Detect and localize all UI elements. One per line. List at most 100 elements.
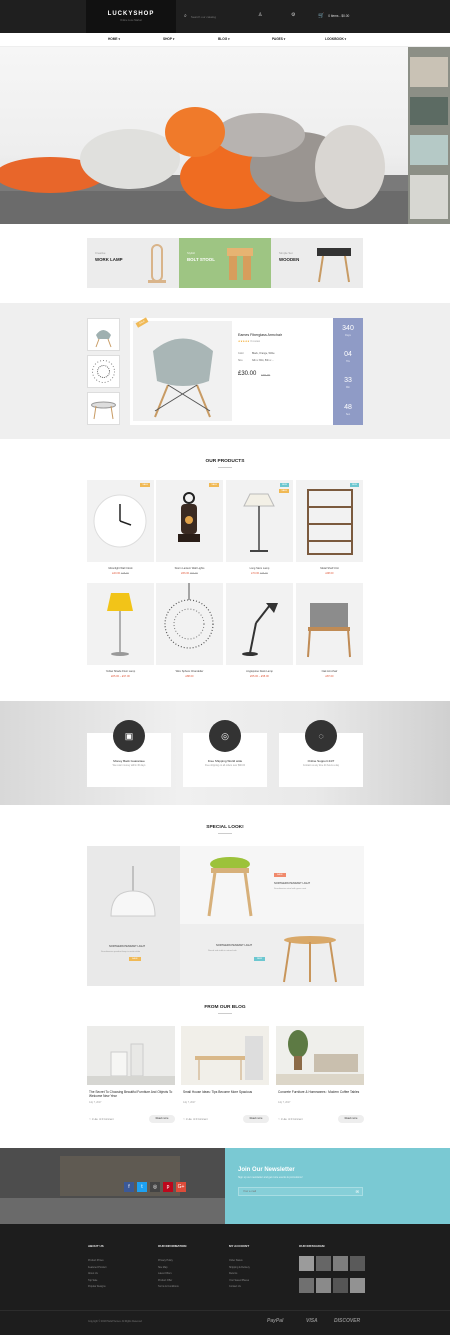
footer-link[interactable]: Product Offer xyxy=(158,1279,172,1282)
product-card[interactable]: Wire Sphere Chandelier £88.00 xyxy=(156,583,223,678)
blog-image[interactable] xyxy=(181,1026,269,1085)
footer-link[interactable]: Shipping & Delivery xyxy=(229,1266,250,1269)
product-card[interactable]: NEW Metal Shelf Unit £98.00 xyxy=(296,480,363,575)
search-input[interactable] xyxy=(190,13,233,20)
promo-wooden[interactable]: Simple Set WOODEN xyxy=(271,238,363,288)
footer-link[interactable]: Terms & Conditions xyxy=(158,1285,179,1288)
instagram-photo[interactable] xyxy=(316,1256,331,1271)
nav-pages[interactable]: PAGES ▾ xyxy=(272,37,285,41)
footer-link[interactable]: About Us xyxy=(88,1272,98,1275)
footer-link[interactable]: Privacy Policy xyxy=(158,1259,173,1262)
hero-side-image xyxy=(408,47,450,224)
footer-link[interactable]: Your Saved Places xyxy=(229,1279,249,1282)
hero-banner[interactable] xyxy=(0,47,408,224)
gear-icon[interactable]: ⚙ xyxy=(291,12,295,18)
blog-image[interactable] xyxy=(276,1026,364,1085)
twitter-icon[interactable]: t xyxy=(137,1182,147,1192)
instagram-photo[interactable] xyxy=(316,1278,331,1293)
promo-bolt-stool[interactable]: Stylish BOLT STOOL xyxy=(179,238,271,288)
product-image xyxy=(178,492,200,542)
deal-product-name[interactable]: Eames Fiberglass Armchair xyxy=(238,333,282,337)
title-underline xyxy=(218,1013,232,1014)
send-icon[interactable]: ✉ xyxy=(356,1189,359,1194)
product-card[interactable]: NEW SALE Long Stem Lamp £70.00 £75.00 xyxy=(226,480,293,575)
footer-link[interactable]: Popular Designs xyxy=(88,1285,106,1288)
instagram-photo[interactable] xyxy=(333,1256,348,1271)
special-card-table[interactable]: NORTHERN PENDANT LIGHT Round side table … xyxy=(180,924,364,986)
product-name[interactable]: Moonlight Wall Clock xyxy=(87,567,154,570)
blog-title[interactable]: Small House Ideas: Tips Become More Spac… xyxy=(183,1090,269,1094)
product-name[interactable]: Storm Lantern Wall Lights xyxy=(156,567,223,570)
footer-link[interactable]: Order Status xyxy=(229,1259,243,1262)
nav-blog[interactable]: BLOG ▾ xyxy=(218,37,230,41)
blog-image[interactable] xyxy=(87,1026,175,1085)
user-icon[interactable]: ♙ xyxy=(258,12,262,18)
instagram-photo[interactable] xyxy=(299,1256,314,1271)
promo-tag: Creative xyxy=(95,251,106,255)
service-title: Money Back Guarantee xyxy=(113,759,145,763)
cart-summary: 0 items - $0.00 xyxy=(328,14,350,18)
countdown-timer: 340 Days 04 Hrs 33 Min 48 Sec xyxy=(333,318,363,425)
instagram-photo[interactable] xyxy=(299,1278,314,1293)
sale-tag: SALE xyxy=(129,957,141,961)
footer-link[interactable]: Featured Product xyxy=(88,1266,106,1269)
pendant-lamp-image xyxy=(110,866,156,917)
product-card[interactable]: SALE Moonlight Wall Clock £40.00 £48.00 xyxy=(87,480,154,575)
read-more-button[interactable]: Read more xyxy=(243,1115,269,1123)
deal-thumb-2[interactable] xyxy=(87,355,120,388)
facebook-icon[interactable]: f xyxy=(124,1182,134,1192)
product-name[interactable]: Oak Armchair xyxy=(296,670,363,673)
blog-title[interactable]: Concrete Furniture & Homewares : Modern … xyxy=(278,1090,364,1094)
promo-work-lamp[interactable]: Creative WORK LAMP xyxy=(87,238,179,288)
visa-logo: VISA xyxy=(306,1318,318,1324)
newsletter-email-input[interactable] xyxy=(239,1188,349,1195)
newsletter-panel xyxy=(225,1148,450,1224)
footer-link[interactable]: Top Sale xyxy=(88,1279,97,1282)
nav-home[interactable]: HOME ▾ xyxy=(108,37,120,41)
instagram-icon[interactable]: ◎ xyxy=(150,1182,160,1192)
product-card[interactable]: Anglepoise Desk Lamp £55.00 – £58.00 xyxy=(226,583,293,678)
product-name[interactable]: Yellow Shade Floor Lamp xyxy=(87,670,154,673)
section-title-blog: FROM OUR BLOG xyxy=(204,1005,246,1010)
product-card[interactable]: Yellow Shade Floor Lamp £65.00 – £97.00 xyxy=(87,583,154,678)
special-card-pendant[interactable]: NORTHERN PENDANT LIGHT Scandinavian pend… xyxy=(87,846,180,986)
armchair-image[interactable] xyxy=(133,321,232,421)
footer-link[interactable]: Product Prices xyxy=(88,1259,104,1262)
footer-link[interactable]: Site Map xyxy=(158,1266,167,1269)
product-name[interactable]: Wire Sphere Chandelier xyxy=(156,670,223,673)
nav-lookbook[interactable]: LOOKBOOK ▾ xyxy=(325,37,346,41)
blog-meta: ♡ 1 Like ✉ 0 Comment xyxy=(278,1119,303,1121)
service-desc: Contact us any time 24 hours a day xyxy=(302,765,340,767)
search-bar[interactable]: ⌕ xyxy=(184,13,244,20)
product-name[interactable]: Anglepoise Desk Lamp xyxy=(226,670,293,673)
footer-link[interactable]: Contact Us xyxy=(229,1285,241,1288)
blog-date: July 7, 2017 xyxy=(183,1102,196,1104)
read-more-button[interactable]: Read more xyxy=(149,1115,175,1123)
read-more-button[interactable]: Read more xyxy=(338,1115,364,1123)
product-name[interactable]: Metal Shelf Unit xyxy=(296,567,363,570)
nav-shop[interactable]: SHOP ▾ xyxy=(163,37,174,41)
special-card-stool[interactable]: SALE NORTHERN PENDANT LIGHT Scandinavian… xyxy=(180,846,364,924)
instagram-photo[interactable] xyxy=(350,1278,365,1293)
search-icon[interactable]: ⌕ xyxy=(184,13,187,20)
product-card[interactable]: Oak Armchair £87.00 xyxy=(296,583,363,678)
instagram-photo[interactable] xyxy=(350,1256,365,1271)
footer-link[interactable]: Returns xyxy=(229,1272,237,1275)
product-name[interactable]: Long Stem Lamp xyxy=(226,567,293,570)
footer-link[interactable]: Latest Offers xyxy=(158,1272,172,1275)
product-image xyxy=(93,494,147,548)
product-card[interactable]: SALE Storm Lantern Wall Lights £56.00 £60.… xyxy=(156,480,223,575)
logo[interactable]: LUCKYSHOP xyxy=(86,11,176,17)
cart-button[interactable]: 🛒 0 items - $0.00 xyxy=(318,13,349,19)
hero-image xyxy=(0,107,408,224)
blog-post: Concrete Furniture & Homewares : Modern … xyxy=(276,1026,364,1126)
google-plus-icon[interactable]: G+ xyxy=(176,1182,186,1192)
deal-thumb-1[interactable] xyxy=(87,318,120,351)
pinterest-icon[interactable]: p xyxy=(163,1182,173,1192)
deal-thumb-3[interactable] xyxy=(87,392,120,425)
product-price: £87.00 xyxy=(325,675,334,678)
product-image xyxy=(164,583,214,649)
blog-title[interactable]: The Secret To Choosing Beautiful Furnitu… xyxy=(89,1090,175,1098)
product-image xyxy=(107,593,133,656)
instagram-photo[interactable] xyxy=(333,1278,348,1293)
